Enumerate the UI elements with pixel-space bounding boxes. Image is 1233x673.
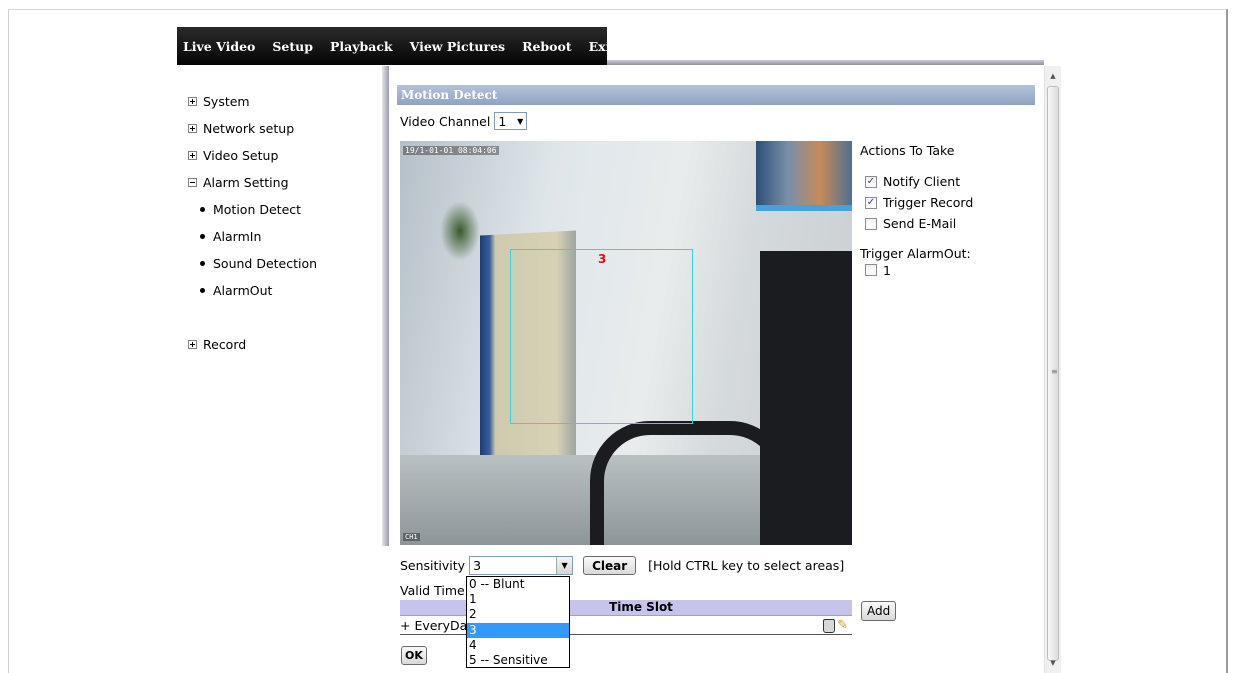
nav-setup[interactable]: Setup <box>272 39 313 54</box>
sidebar-item-label: AlarmIn <box>213 229 262 244</box>
nav-view-pictures[interactable]: View Pictures <box>410 39 506 54</box>
expand-icon <box>188 124 197 133</box>
video-channel-overlay: CH1 <box>403 533 420 541</box>
sensitivity-dropdown: 0 -- Blunt 1 2 3 4 5 -- Sensitive <box>466 576 570 668</box>
sensitivity-row: Sensitivity 3 ▼ Clear [Hold CTRL key to … <box>400 556 844 575</box>
sidebar-item-sound-detection[interactable]: Sound Detection <box>188 250 388 277</box>
video-channel-value: 1 <box>498 113 507 129</box>
sidebar-item-label: AlarmOut <box>213 283 273 298</box>
send-email-row[interactable]: Send E-Mail <box>860 213 973 234</box>
grip-icon: ≡ <box>1051 367 1058 376</box>
expand-icon <box>188 340 197 349</box>
trigger-record-row[interactable]: ✓ Trigger Record <box>860 192 973 213</box>
row-actions: ✎ <box>823 618 848 633</box>
nav-live-video[interactable]: Live Video <box>183 39 255 54</box>
sidebar-item-alarm[interactable]: Alarm Setting <box>188 169 388 196</box>
trigger-alarmout-label: Trigger AlarmOut: <box>860 246 971 261</box>
motion-area-box[interactable]: 3 <box>510 249 693 424</box>
clear-button[interactable]: Clear <box>583 556 637 575</box>
video-timestamp: 19/1-01-01 08:04:06 <box>403 146 499 155</box>
select-area-hint: [Hold CTRL key to select areas] <box>648 558 845 573</box>
nav-divider <box>607 60 1044 65</box>
notify-client-label: Notify Client <box>883 174 961 189</box>
sensitivity-option[interactable]: 5 -- Sensitive <box>467 653 569 668</box>
sidebar-item-label: Alarm Setting <box>203 175 289 190</box>
chevron-down-icon: ▼ <box>517 116 524 126</box>
nav-exit[interactable]: Exit <box>589 39 617 54</box>
sidebar-item-system[interactable]: System <box>188 88 388 115</box>
sidebar-item-label: Motion Detect <box>213 202 302 217</box>
scrollbar[interactable]: ▲ ≡ ▼ <box>1044 66 1061 673</box>
sensitivity-value: 3 <box>473 558 482 573</box>
sidebar-item-network[interactable]: Network setup <box>188 115 388 142</box>
timeslot-everyday[interactable]: + EveryDay <box>400 618 475 633</box>
send-email-checkbox[interactable] <box>865 217 877 230</box>
wall-poster <box>756 141 852 211</box>
sidebar-splitter <box>382 66 389 546</box>
sensitivity-option[interactable]: 2 <box>467 607 569 622</box>
sidebar-item-alarmout[interactable]: AlarmOut <box>188 277 388 304</box>
ok-button[interactable]: OK <box>401 646 427 665</box>
alarm-submenu: Motion Detect AlarmIn Sound Detection Al… <box>188 196 388 304</box>
bullet-icon <box>200 234 205 239</box>
chevron-down-icon[interactable]: ▼ <box>556 557 573 574</box>
collapse-icon <box>188 178 197 187</box>
actions-title: Actions To Take <box>860 143 955 158</box>
trash-icon[interactable] <box>823 618 836 633</box>
notify-client-row[interactable]: ✓ Notify Client <box>860 171 973 192</box>
motion-area-number: 3 <box>598 252 607 266</box>
actions-panel: Actions To Take ✓ Notify Client ✓ Trigge… <box>860 143 973 279</box>
bullet-icon <box>200 207 205 212</box>
scrollbar-thumb[interactable]: ≡ <box>1047 86 1059 661</box>
scroll-up-icon[interactable]: ▲ <box>1045 68 1061 84</box>
video-channel-select[interactable]: 1 ▼ <box>494 112 528 130</box>
video-preview[interactable]: 19/1-01-01 08:04:06 CH1 3 <box>400 141 852 545</box>
sensitivity-option[interactable]: 4 <box>467 638 569 653</box>
valid-time-label: Valid Time <box>400 583 465 598</box>
video-channel-label: Video Channel <box>400 113 491 129</box>
alarmout-1-row[interactable]: 1 <box>860 261 973 279</box>
pencil-icon[interactable]: ✎ <box>837 618 848 633</box>
sensitivity-label: Sensitivity <box>400 558 466 573</box>
sensitivity-select[interactable]: 3 ▼ <box>469 556 574 575</box>
bullet-icon <box>200 288 205 293</box>
sidebar: System Network setup Video Setup Alarm S… <box>188 88 388 358</box>
sidebar-item-label: Sound Detection <box>213 256 318 271</box>
bullet-icon <box>200 261 205 266</box>
sidebar-item-label: Network setup <box>203 121 295 136</box>
expand-icon <box>188 97 197 106</box>
chair <box>760 251 852 545</box>
trigger-record-label: Trigger Record <box>883 195 974 210</box>
sidebar-item-alarmin[interactable]: AlarmIn <box>188 223 388 250</box>
nav-playback[interactable]: Playback <box>330 39 393 54</box>
expand-icon <box>188 151 197 160</box>
top-nav: Live Video Setup Playback View Pictures … <box>177 27 616 65</box>
video-channel-row: Video Channel 1 ▼ <box>400 112 528 130</box>
sidebar-item-label: Video Setup <box>203 148 279 163</box>
alarmout-1-label: 1 <box>883 262 891 278</box>
nav-reboot[interactable]: Reboot <box>522 39 572 54</box>
notify-client-checkbox[interactable]: ✓ <box>865 175 877 188</box>
send-email-label: Send E-Mail <box>883 216 957 231</box>
trigger-alarmout-group: Trigger AlarmOut: 1 <box>860 246 973 279</box>
alarmout-1-checkbox[interactable] <box>865 264 877 276</box>
plant <box>440 201 480 261</box>
sidebar-item-video[interactable]: Video Setup <box>188 142 388 169</box>
trigger-record-checkbox[interactable]: ✓ <box>865 196 877 209</box>
panel-title: Motion Detect <box>397 85 1035 105</box>
add-button[interactable]: Add <box>861 601 897 621</box>
sidebar-item-motion-detect[interactable]: Motion Detect <box>188 196 388 223</box>
sensitivity-option[interactable]: 1 <box>467 592 569 607</box>
sidebar-item-record[interactable]: Record <box>188 331 388 358</box>
sensitivity-option[interactable]: 3 <box>467 622 569 638</box>
sidebar-item-label: Record <box>203 337 247 352</box>
sensitivity-option[interactable]: 0 -- Blunt <box>467 577 569 592</box>
scroll-down-icon[interactable]: ▼ <box>1045 655 1061 671</box>
sidebar-item-label: System <box>203 94 250 109</box>
